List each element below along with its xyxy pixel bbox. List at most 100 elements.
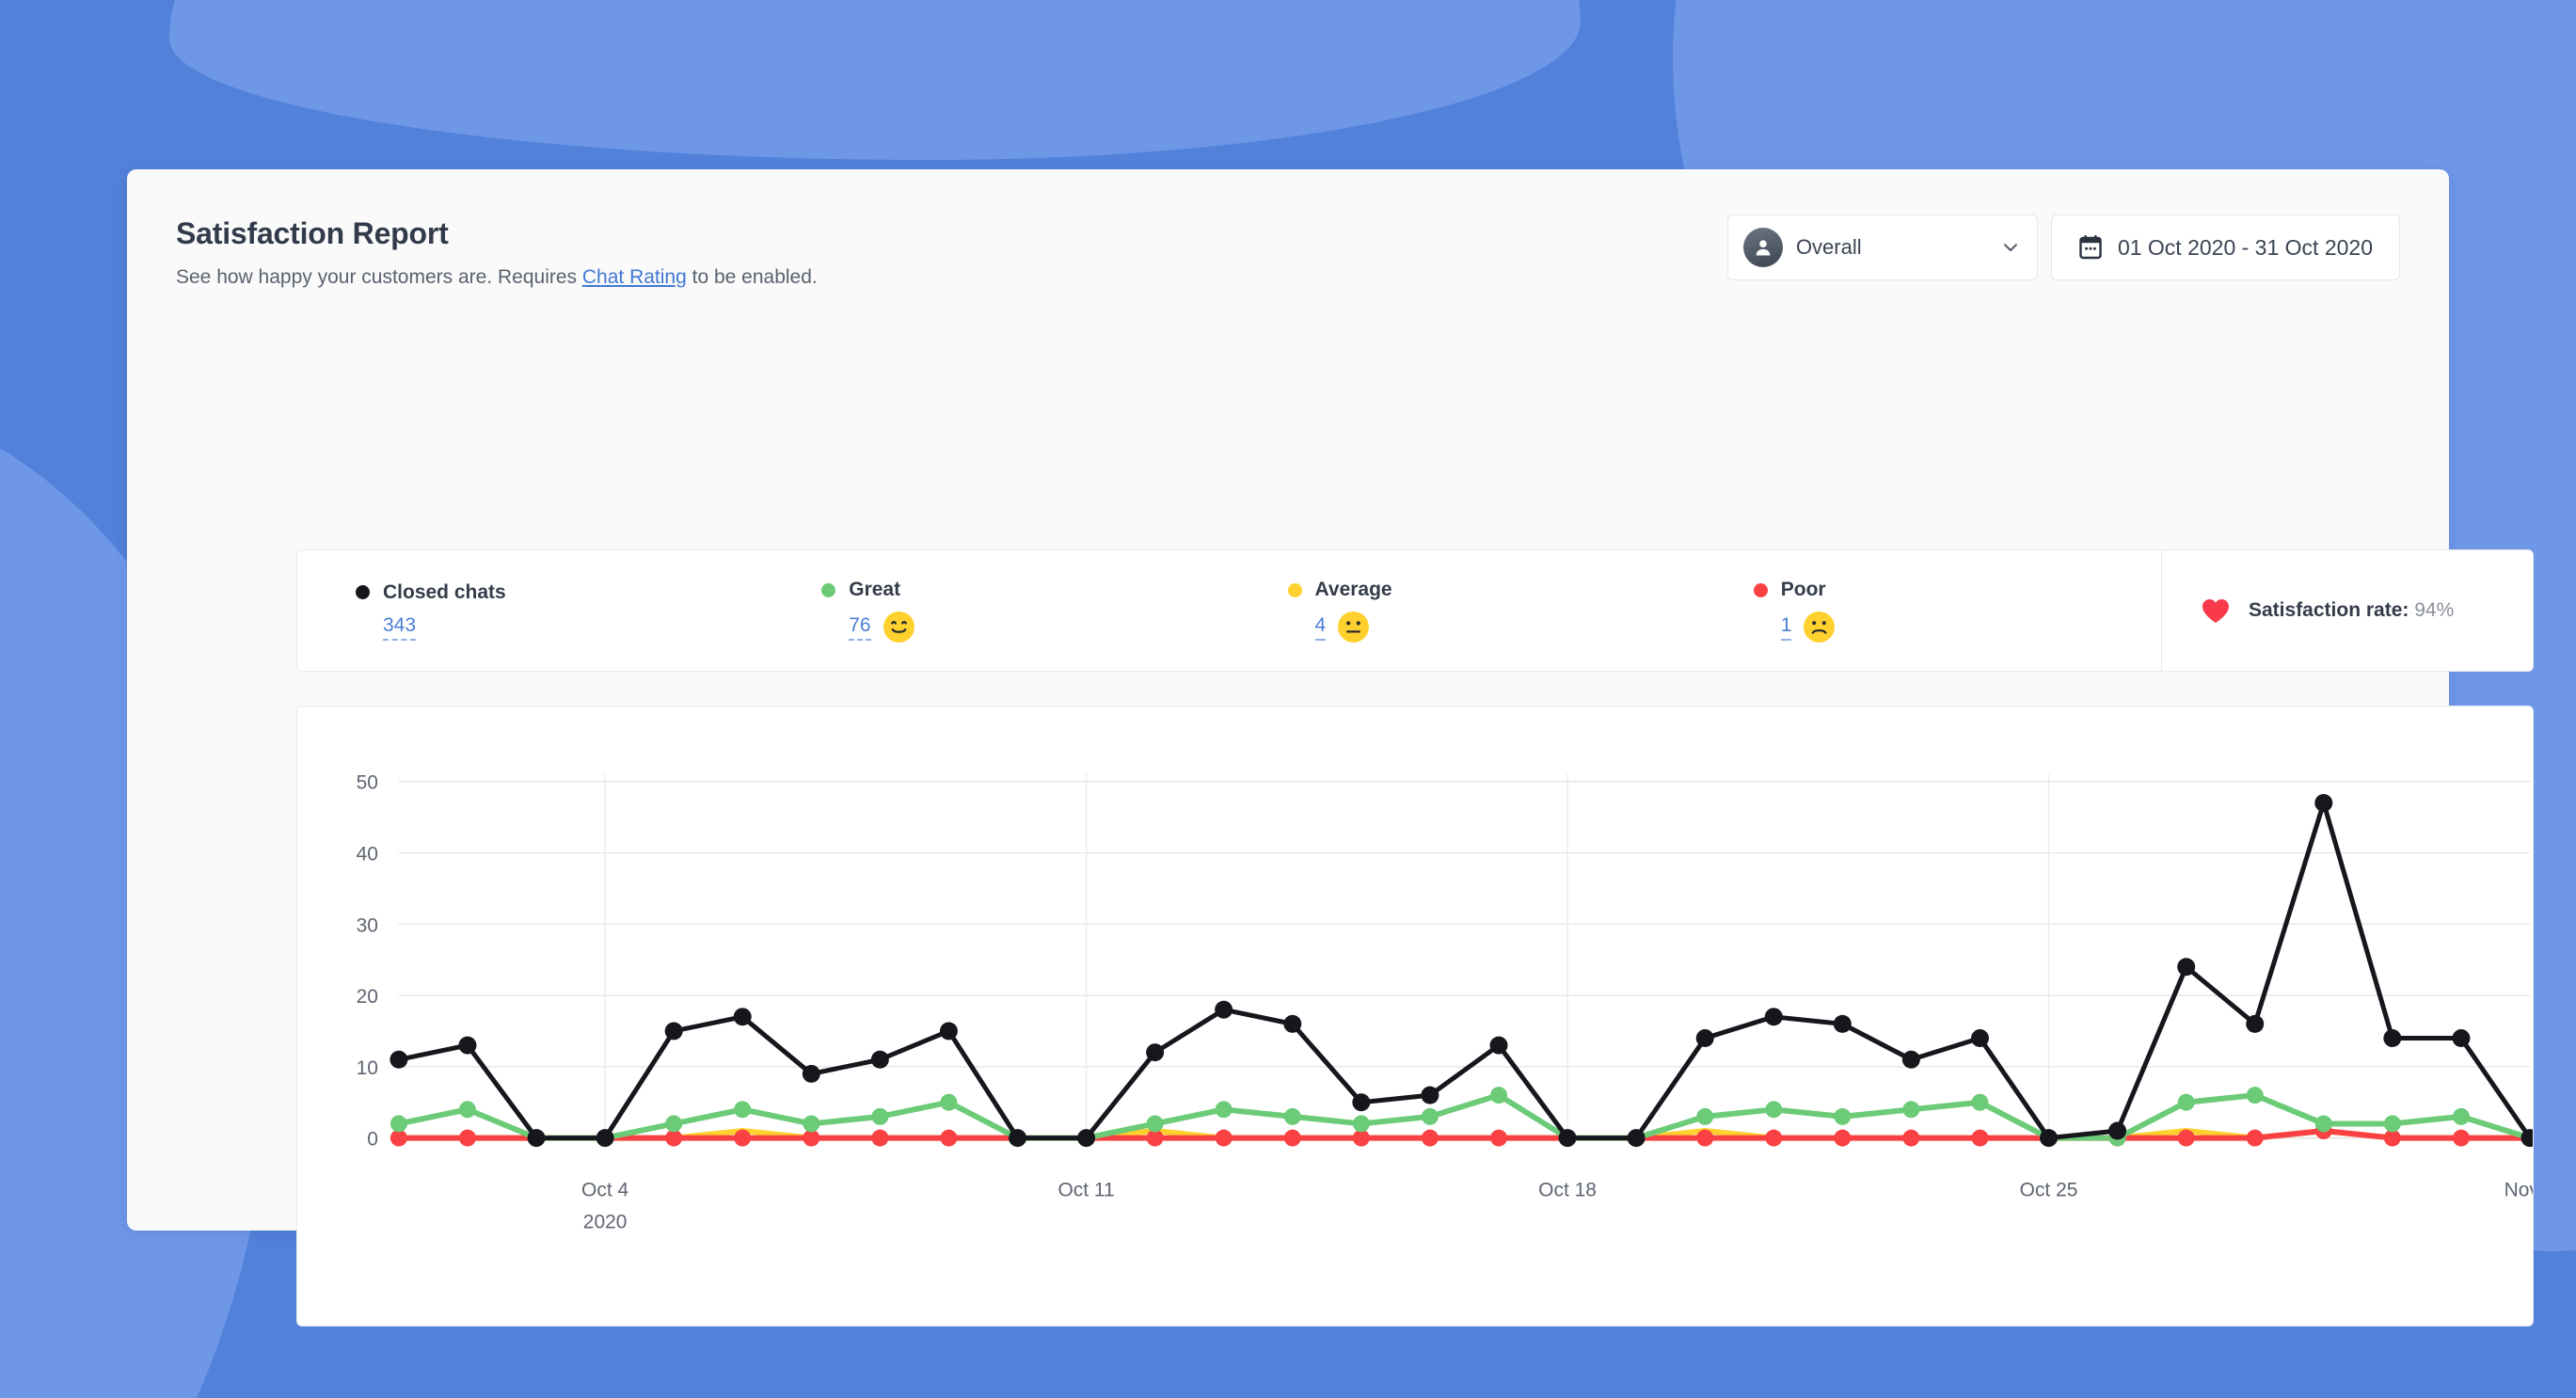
header-controls: Overall 01 Oct 2020 - 31 Oct 2020 [1726, 213, 2400, 280]
satisfaction-chart-panel: 0 10 20 30 40 50 Oct 4 2020 Oct 11 Oct 18 Oct 25 No… [296, 706, 2534, 1327]
data-point-great[interactable] [2383, 1115, 2401, 1133]
data-point-closed-chats[interactable] [1764, 1008, 1783, 1026]
data-point-closed-chats[interactable] [939, 1022, 958, 1041]
data-point-great[interactable] [940, 1093, 958, 1111]
data-point-great[interactable] [1421, 1107, 1439, 1125]
data-point-poor[interactable] [1902, 1129, 1920, 1147]
data-point-poor[interactable] [2177, 1129, 2195, 1147]
metric-label: Closed chats [383, 580, 506, 603]
data-point-closed-chats[interactable] [596, 1129, 614, 1148]
calendar-icon [2078, 234, 2103, 261]
report-card: Satisfaction Report See how happy your c… [127, 169, 2534, 1327]
closed-chats-legend-dot [356, 585, 370, 599]
data-point-closed-chats[interactable] [2177, 958, 2196, 977]
data-point-great[interactable] [390, 1115, 407, 1133]
data-point-poor[interactable] [871, 1129, 889, 1147]
y-axis-tick-label: 20 [357, 986, 378, 1008]
data-point-closed-chats[interactable] [1627, 1129, 1646, 1148]
data-point-poor[interactable] [1765, 1129, 1783, 1147]
data-point-great[interactable] [1215, 1101, 1232, 1119]
data-point-closed-chats[interactable] [1352, 1093, 1371, 1112]
data-point-closed-chats[interactable] [1833, 1014, 1852, 1033]
data-point-great[interactable] [1146, 1115, 1164, 1133]
date-range-picker[interactable]: 01 Oct 2020 - 31 Oct 2020 [2050, 214, 2400, 280]
data-point-closed-chats[interactable] [390, 1050, 408, 1069]
data-point-great[interactable] [458, 1101, 476, 1119]
data-point-closed-chats[interactable] [1215, 1000, 1233, 1019]
data-point-closed-chats[interactable] [2314, 794, 2333, 812]
data-point-poor[interactable] [940, 1129, 958, 1147]
data-point-great[interactable] [2314, 1115, 2332, 1133]
data-point-closed-chats[interactable] [1077, 1129, 1096, 1148]
data-point-great[interactable] [1490, 1087, 1508, 1104]
data-point-closed-chats[interactable] [870, 1050, 889, 1069]
agent-filter-label: Overall [1795, 235, 1862, 259]
data-point-great[interactable] [1834, 1107, 1852, 1125]
data-point-great[interactable] [2246, 1087, 2264, 1104]
data-point-closed-chats[interactable] [664, 1022, 683, 1041]
data-point-closed-chats[interactable] [2040, 1129, 2059, 1148]
data-point-great[interactable] [871, 1107, 889, 1125]
data-point-great[interactable] [665, 1115, 683, 1133]
chat-rating-link[interactable]: Chat Rating [582, 266, 687, 288]
y-axis-tick-label: 0 [367, 1129, 378, 1151]
data-point-poor[interactable] [2452, 1129, 2470, 1147]
satisfaction-rate-label: Satisfaction rate: [2249, 599, 2409, 621]
metric-value[interactable]: 343 [383, 614, 417, 641]
data-point-great[interactable] [1971, 1093, 1989, 1111]
data-point-poor[interactable] [2246, 1129, 2264, 1147]
data-point-great[interactable] [1902, 1101, 1920, 1119]
x-axis-tick-label: Oct 11 [1057, 1179, 1114, 1200]
data-point-closed-chats[interactable] [1489, 1036, 1508, 1055]
data-point-poor[interactable] [1834, 1129, 1852, 1147]
data-point-great[interactable] [803, 1115, 820, 1133]
data-point-closed-chats[interactable] [2452, 1029, 2471, 1047]
data-point-great[interactable] [1283, 1107, 1301, 1125]
data-point-closed-chats[interactable] [1695, 1029, 1714, 1047]
data-point-closed-chats[interactable] [2383, 1029, 2402, 1047]
data-point-closed-chats[interactable] [733, 1008, 752, 1026]
data-point-closed-chats[interactable] [1558, 1129, 1577, 1148]
data-point-closed-chats[interactable] [1283, 1014, 1302, 1033]
data-point-poor[interactable] [1283, 1129, 1301, 1147]
data-point-closed-chats[interactable] [1146, 1043, 1165, 1062]
metric-great: Great 76 [763, 550, 1229, 671]
data-point-poor[interactable] [1490, 1129, 1508, 1147]
data-point-poor[interactable] [1215, 1129, 1232, 1147]
agent-filter-dropdown[interactable]: Overall [1726, 214, 2038, 280]
data-point-closed-chats[interactable] [1901, 1050, 1920, 1069]
satisfaction-line-chart: 0 10 20 30 40 50 Oct 4 2020 Oct 11 Oct 18 Oct 25 No… [357, 772, 2533, 1232]
data-point-closed-chats[interactable] [458, 1036, 477, 1055]
date-range-label: 01 Oct 2020 - 31 Oct 2020 [2117, 234, 2373, 260]
satisfaction-rate-text: Satisfaction rate: 94% [2249, 599, 2454, 622]
data-point-great[interactable] [2177, 1093, 2195, 1111]
data-point-poor[interactable] [458, 1129, 476, 1147]
data-point-poor[interactable] [1421, 1129, 1439, 1147]
data-point-closed-chats[interactable] [2108, 1121, 2127, 1140]
x-axis-tick-label: Nov 1 [2504, 1179, 2533, 1200]
data-point-great[interactable] [1352, 1115, 1370, 1133]
data-point-closed-chats[interactable] [802, 1064, 820, 1083]
data-point-great[interactable] [734, 1101, 752, 1119]
data-point-great[interactable] [2452, 1107, 2470, 1125]
data-point-closed-chats[interactable] [1971, 1029, 1989, 1047]
metric-header: Great [821, 579, 1229, 601]
data-point-poor[interactable] [734, 1129, 752, 1147]
data-point-closed-chats[interactable] [2246, 1014, 2265, 1033]
data-point-great[interactable] [1696, 1107, 1714, 1125]
data-point-poor[interactable] [1696, 1129, 1714, 1147]
data-point-closed-chats[interactable] [2520, 1129, 2533, 1148]
metric-value[interactable]: 76 [849, 614, 871, 641]
frowning-face-icon [1804, 612, 1836, 643]
data-point-closed-chats[interactable] [1421, 1086, 1439, 1104]
metric-value-row: 4 [1288, 612, 1695, 643]
smiling-face-icon [883, 612, 914, 643]
data-point-great[interactable] [1765, 1101, 1783, 1119]
data-point-closed-chats[interactable] [1009, 1129, 1027, 1148]
satisfaction-rate-value: 94% [2414, 599, 2455, 621]
metric-value[interactable]: 1 [1780, 614, 1792, 641]
metric-value[interactable]: 4 [1314, 614, 1327, 641]
y-axis-tick-label: 30 [357, 914, 378, 936]
data-point-closed-chats[interactable] [527, 1129, 546, 1148]
data-point-poor[interactable] [1971, 1129, 1989, 1147]
